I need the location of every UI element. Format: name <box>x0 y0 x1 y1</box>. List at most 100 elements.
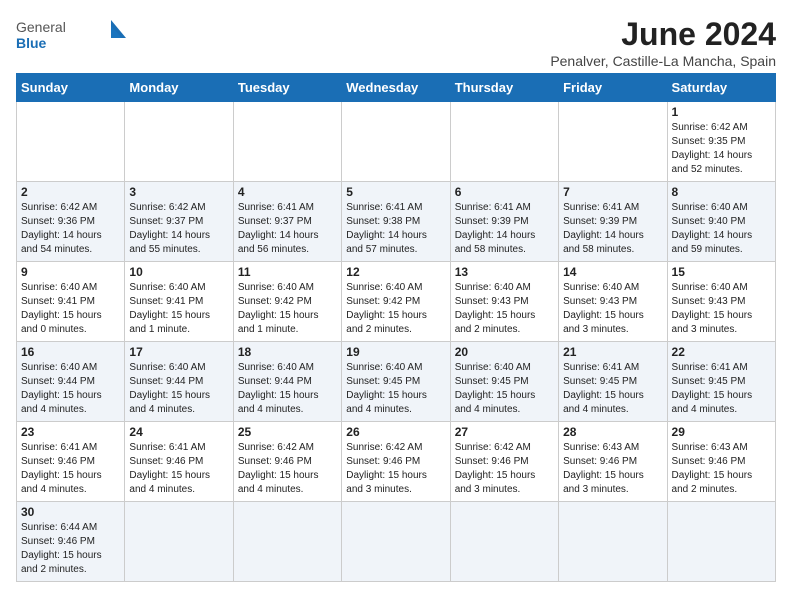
table-row: 2 Sunrise: 6:42 AM Sunset: 9:36 PM Daylig… <box>17 182 125 262</box>
day-number: 21 <box>563 345 662 359</box>
table-row <box>450 502 558 582</box>
day-number: 19 <box>346 345 445 359</box>
table-row <box>342 102 450 182</box>
table-row: 17Sunrise: 6:40 AM Sunset: 9:44 PM Dayli… <box>125 342 233 422</box>
day-number: 25 <box>238 425 337 439</box>
table-row: 25Sunrise: 6:42 AM Sunset: 9:46 PM Dayli… <box>233 422 341 502</box>
day-number: 27 <box>455 425 554 439</box>
table-row: 7 Sunrise: 6:41 AM Sunset: 9:39 PM Daylig… <box>559 182 667 262</box>
day-info: Sunrise: 6:42 AM Sunset: 9:36 PM Dayligh… <box>21 201 120 257</box>
table-row: 29Sunrise: 6:43 AM Sunset: 9:46 PM Dayli… <box>667 422 775 502</box>
table-row <box>450 102 558 182</box>
table-row: 21 Sunrise: 6:41 AM Sunset: 9:45 PM Dayli… <box>559 342 667 422</box>
day-number: 6 <box>455 185 554 199</box>
day-info: Sunrise: 6:43 AM Sunset: 9:46 PM Dayligh… <box>672 441 771 497</box>
table-row <box>125 102 233 182</box>
table-row: 15 Sunrise: 6:40 AM Sunset: 9:43 PM Dayli… <box>667 262 775 342</box>
calendar-title: June 2024 <box>550 16 776 53</box>
day-number: 17 <box>129 345 228 359</box>
table-row <box>342 502 450 582</box>
table-row: 9 Sunrise: 6:40 AM Sunset: 9:41 PM Daylig… <box>17 262 125 342</box>
day-info: Sunrise: 6:44 AM Sunset: 9:46 PM Dayligh… <box>21 521 120 577</box>
header-area: General Blue June 2024 Penalver, Castill… <box>16 16 776 69</box>
table-row: 12 Sunrise: 6:40 AM Sunset: 9:42 PM Dayli… <box>342 262 450 342</box>
header-monday: Monday <box>125 74 233 102</box>
day-number: 26 <box>346 425 445 439</box>
table-row: 24Sunrise: 6:41 AM Sunset: 9:46 PM Dayli… <box>125 422 233 502</box>
day-info: Sunrise: 6:40 AM Sunset: 9:42 PM Dayligh… <box>238 281 337 337</box>
day-number: 7 <box>563 185 662 199</box>
day-info: Sunrise: 6:43 AM Sunset: 9:46 PM Dayligh… <box>563 441 662 497</box>
day-info: Sunrise: 6:40 AM Sunset: 9:43 PM Dayligh… <box>672 281 771 337</box>
day-number: 12 <box>346 265 445 279</box>
day-info: Sunrise: 6:42 AM Sunset: 9:46 PM Dayligh… <box>455 441 554 497</box>
day-number: 13 <box>455 265 554 279</box>
day-info: Sunrise: 6:40 AM Sunset: 9:44 PM Dayligh… <box>238 361 337 417</box>
table-row <box>17 102 125 182</box>
calendar-week-row: 23 Sunrise: 6:41 AM Sunset: 9:46 PM Dayli… <box>17 422 776 502</box>
table-row: 22Sunrise: 6:41 AM Sunset: 9:45 PM Dayli… <box>667 342 775 422</box>
svg-text:Blue: Blue <box>16 35 47 51</box>
day-info: Sunrise: 6:41 AM Sunset: 9:39 PM Dayligh… <box>455 201 554 257</box>
calendar-table: Sunday Monday Tuesday Wednesday Thursday… <box>16 73 776 582</box>
calendar-week-row: 9 Sunrise: 6:40 AM Sunset: 9:41 PM Daylig… <box>17 262 776 342</box>
table-row: 18 Sunrise: 6:40 AM Sunset: 9:44 PM Dayli… <box>233 342 341 422</box>
day-info: Sunrise: 6:40 AM Sunset: 9:42 PM Dayligh… <box>346 281 445 337</box>
calendar-week-row: 1 Sunrise: 6:42 AM Sunset: 9:35 PM Daylig… <box>17 102 776 182</box>
header-sunday: Sunday <box>17 74 125 102</box>
day-info: Sunrise: 6:40 AM Sunset: 9:41 PM Dayligh… <box>21 281 120 337</box>
day-number: 30 <box>21 505 120 519</box>
day-number: 3 <box>129 185 228 199</box>
calendar-subtitle: Penalver, Castille-La Mancha, Spain <box>550 53 776 69</box>
table-row: 11Sunrise: 6:40 AM Sunset: 9:42 PM Dayli… <box>233 262 341 342</box>
table-row: 30 Sunrise: 6:44 AM Sunset: 9:46 PM Dayli… <box>17 502 125 582</box>
calendar-week-row: 16Sunrise: 6:40 AM Sunset: 9:44 PM Dayli… <box>17 342 776 422</box>
day-info: Sunrise: 6:41 AM Sunset: 9:39 PM Dayligh… <box>563 201 662 257</box>
day-info: Sunrise: 6:42 AM Sunset: 9:46 PM Dayligh… <box>346 441 445 497</box>
table-row: 16Sunrise: 6:40 AM Sunset: 9:44 PM Dayli… <box>17 342 125 422</box>
day-number: 24 <box>129 425 228 439</box>
table-row: 13 Sunrise: 6:40 AM Sunset: 9:43 PM Dayli… <box>450 262 558 342</box>
day-number: 2 <box>21 185 120 199</box>
table-row <box>233 502 341 582</box>
table-row <box>667 502 775 582</box>
day-info: Sunrise: 6:40 AM Sunset: 9:45 PM Dayligh… <box>346 361 445 417</box>
table-row: 6 Sunrise: 6:41 AM Sunset: 9:39 PM Daylig… <box>450 182 558 262</box>
table-row: 14Sunrise: 6:40 AM Sunset: 9:43 PM Dayli… <box>559 262 667 342</box>
table-row <box>233 102 341 182</box>
day-info: Sunrise: 6:40 AM Sunset: 9:43 PM Dayligh… <box>455 281 554 337</box>
day-info: Sunrise: 6:41 AM Sunset: 9:38 PM Dayligh… <box>346 201 445 257</box>
day-info: Sunrise: 6:42 AM Sunset: 9:37 PM Dayligh… <box>129 201 228 257</box>
header-friday: Friday <box>559 74 667 102</box>
table-row: 20 Sunrise: 6:40 AM Sunset: 9:45 PM Dayli… <box>450 342 558 422</box>
day-number: 22 <box>672 345 771 359</box>
table-row: 27 Sunrise: 6:42 AM Sunset: 9:46 PM Dayli… <box>450 422 558 502</box>
day-number: 10 <box>129 265 228 279</box>
calendar-week-row: 30 Sunrise: 6:44 AM Sunset: 9:46 PM Dayli… <box>17 502 776 582</box>
calendar-header-row: Sunday Monday Tuesday Wednesday Thursday… <box>17 74 776 102</box>
day-number: 8 <box>672 185 771 199</box>
day-info: Sunrise: 6:40 AM Sunset: 9:40 PM Dayligh… <box>672 201 771 257</box>
table-row: 8 Sunrise: 6:40 AM Sunset: 9:40 PM Daylig… <box>667 182 775 262</box>
generalblue-logo: General Blue <box>16 16 126 58</box>
day-info: Sunrise: 6:40 AM Sunset: 9:45 PM Dayligh… <box>455 361 554 417</box>
day-number: 28 <box>563 425 662 439</box>
day-info: Sunrise: 6:41 AM Sunset: 9:45 PM Dayligh… <box>563 361 662 417</box>
day-number: 1 <box>672 105 771 119</box>
table-row: 19 Sunrise: 6:40 AM Sunset: 9:45 PM Dayli… <box>342 342 450 422</box>
day-info: Sunrise: 6:42 AM Sunset: 9:35 PM Dayligh… <box>672 121 771 177</box>
day-info: Sunrise: 6:41 AM Sunset: 9:46 PM Dayligh… <box>21 441 120 497</box>
logo: General Blue <box>16 16 126 58</box>
day-number: 18 <box>238 345 337 359</box>
day-number: 15 <box>672 265 771 279</box>
day-number: 9 <box>21 265 120 279</box>
table-row <box>125 502 233 582</box>
table-row: 3 Sunrise: 6:42 AM Sunset: 9:37 PM Daylig… <box>125 182 233 262</box>
day-info: Sunrise: 6:41 AM Sunset: 9:37 PM Dayligh… <box>238 201 337 257</box>
day-number: 23 <box>21 425 120 439</box>
header-saturday: Saturday <box>667 74 775 102</box>
table-row: 10Sunrise: 6:40 AM Sunset: 9:41 PM Dayli… <box>125 262 233 342</box>
day-number: 5 <box>346 185 445 199</box>
day-number: 20 <box>455 345 554 359</box>
table-row: 23 Sunrise: 6:41 AM Sunset: 9:46 PM Dayli… <box>17 422 125 502</box>
